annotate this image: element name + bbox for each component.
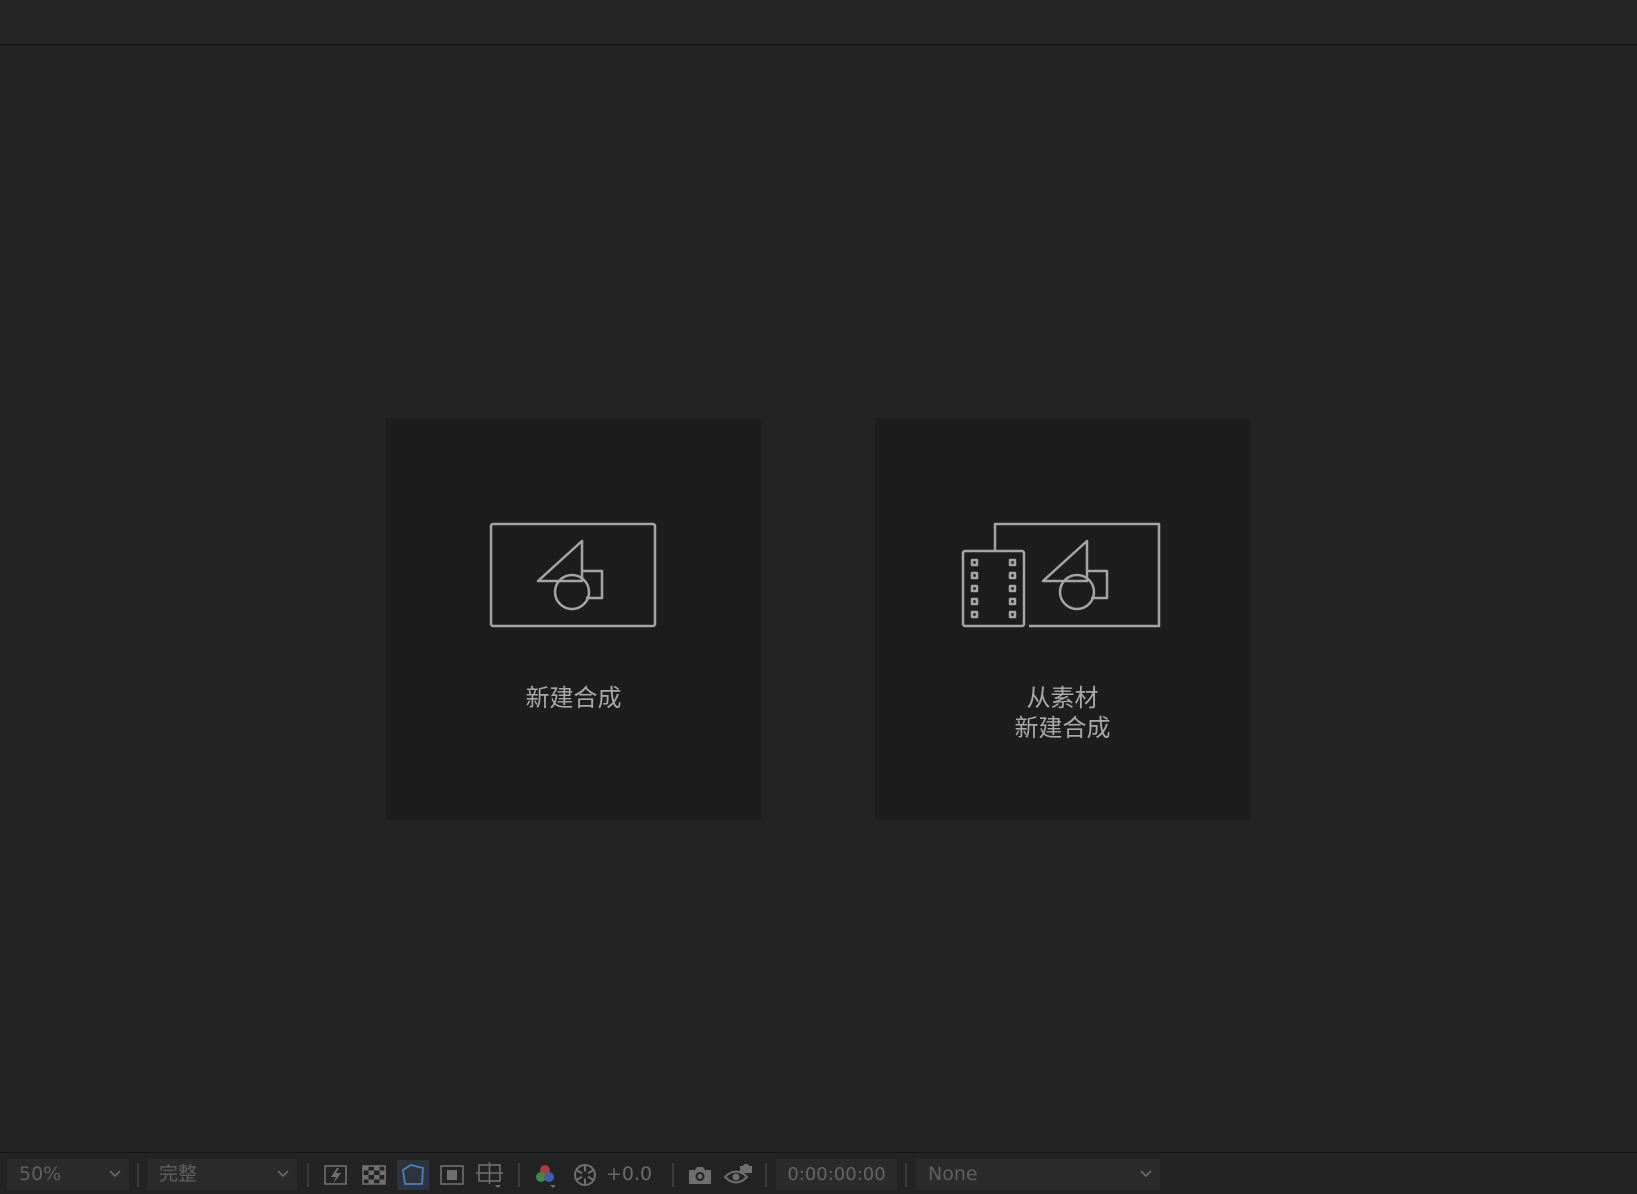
transparency-grid-button[interactable] [358,1160,390,1190]
snapshot-icon [689,1167,711,1184]
zoom-dropdown[interactable]: 50% [7,1159,129,1190]
exposure-reset-button[interactable] [569,1160,601,1190]
toolbar-divider [765,1163,767,1187]
view-options-value: None [928,1163,978,1185]
color-channels-button[interactable] [529,1160,561,1190]
region-of-interest-icon [440,1165,464,1185]
composition-viewer: 新建合成 从素材 新建合成 [0,45,1637,1152]
chevron-down-icon [277,1170,289,1178]
snapshot-button[interactable] [684,1160,716,1190]
toolbar-divider [307,1163,309,1187]
color-channels-icon [536,1165,556,1188]
current-time-display[interactable]: 0:00:00:00 [776,1159,897,1190]
new-composition-label: 新建合成 [525,684,622,712]
new-composition-from-footage-button[interactable]: 从素材 新建合成 [875,418,1250,820]
grid-guides-icon [476,1162,503,1188]
new-composition-button[interactable]: 新建合成 [386,418,761,820]
panel-header [0,0,1637,45]
fast-preview-icon [324,1165,347,1185]
composition-from-footage-icon [961,522,1161,628]
mask-path-visibility-icon [402,1164,424,1185]
chevron-down-icon [109,1170,121,1178]
toolbar-divider [905,1163,907,1187]
new-composition-from-footage-label: 从素材 新建合成 [1014,684,1111,742]
region-of-interest-button[interactable] [436,1160,468,1190]
resolution-value: 完整 [159,1163,198,1185]
chevron-down-icon [1140,1170,1152,1178]
view-options-dropdown[interactable]: None [916,1159,1160,1190]
toolbar-divider [518,1163,520,1187]
fast-preview-button[interactable] [320,1160,352,1190]
grid-guides-button[interactable] [474,1160,506,1190]
transparency-grid-icon [362,1165,386,1185]
viewer-toolbar: 50% 完整 +0.0 0:00:00:00 None [0,1152,1637,1193]
toolbar-divider [137,1163,139,1187]
resolution-dropdown[interactable]: 完整 [147,1159,297,1190]
toolbar-divider [672,1163,674,1187]
mask-path-visibility-button[interactable] [397,1160,429,1190]
show-snapshot-icon [723,1164,752,1184]
zoom-value: 50% [19,1163,62,1185]
exposure-value[interactable]: +0.0 [606,1159,652,1190]
composition-icon [489,522,657,628]
show-snapshot-button[interactable] [722,1160,754,1190]
exposure-reset-icon [574,1164,596,1186]
